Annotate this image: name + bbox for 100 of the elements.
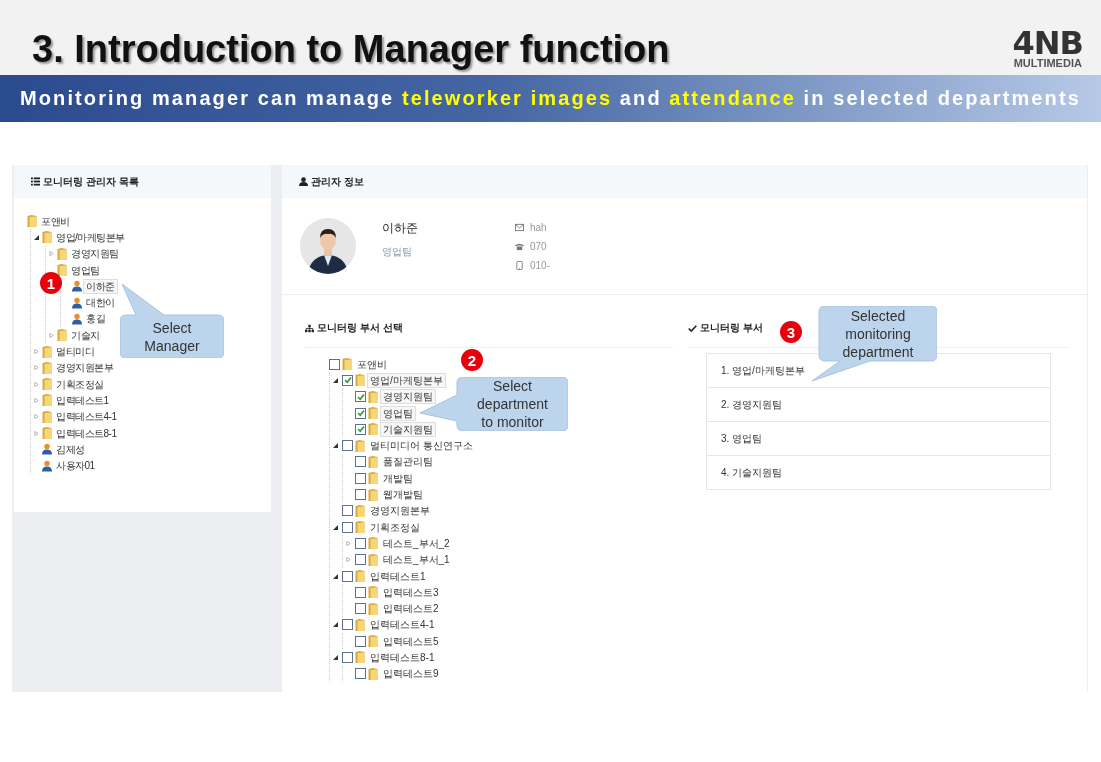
folder-icon bbox=[355, 439, 365, 452]
tree-item[interactable]: 경영지원팀 bbox=[380, 389, 436, 405]
department-item: 3. 영업팀 bbox=[707, 422, 1050, 456]
caret-icon[interactable] bbox=[332, 377, 338, 383]
person-icon bbox=[72, 296, 82, 309]
tree-item[interactable]: 입력테스트2 bbox=[380, 601, 442, 617]
folder-icon bbox=[368, 472, 378, 485]
tree-item[interactable]: 입력테스트1 bbox=[367, 568, 429, 584]
checkbox[interactable] bbox=[355, 554, 366, 566]
caret-icon[interactable] bbox=[332, 573, 338, 579]
folder-icon bbox=[355, 618, 365, 631]
phone-icon bbox=[515, 241, 524, 251]
contact-value: hah bbox=[530, 221, 547, 233]
checkbox[interactable] bbox=[342, 440, 353, 452]
tree-item[interactable]: 멀티미디어 통신연구소 bbox=[367, 438, 476, 454]
tree-item[interactable]: 경영지원팀 bbox=[68, 246, 122, 262]
tree-item[interactable]: 멀티미디 bbox=[53, 344, 97, 359]
envelope-icon bbox=[515, 222, 524, 232]
tree-item[interactable]: 영업/마케팅본부 bbox=[367, 372, 446, 388]
checkbox[interactable] bbox=[355, 586, 366, 598]
checkbox[interactable] bbox=[355, 635, 366, 647]
checkbox[interactable] bbox=[342, 521, 353, 533]
checkbox[interactable] bbox=[342, 505, 353, 517]
manager-name: 이하준 bbox=[382, 220, 419, 237]
checkbox[interactable] bbox=[355, 603, 366, 615]
checkbox[interactable] bbox=[355, 668, 366, 680]
folder-icon bbox=[368, 407, 378, 420]
tree-item[interactable]: 입력테스트4-1 bbox=[367, 617, 438, 633]
tree-item[interactable]: 김제성 bbox=[53, 441, 88, 457]
tree-item[interactable]: 입력테스트8-1 bbox=[367, 650, 438, 665]
tree-item[interactable]: 포앤비 bbox=[354, 356, 390, 372]
checkbox[interactable] bbox=[355, 537, 366, 549]
tree-item[interactable]: 품질관리팀 bbox=[380, 454, 436, 470]
checkbox[interactable] bbox=[355, 391, 366, 403]
contact-value: 070 bbox=[530, 240, 547, 252]
banner-text: Monitoring manager can manage teleworker images and attendance in selected departments bbox=[20, 87, 1081, 110]
caret-icon[interactable] bbox=[332, 655, 338, 660]
tree-item[interactable]: 홍길 bbox=[83, 311, 108, 327]
logo: 4NB MULTIMEDIA bbox=[1012, 28, 1083, 69]
list-icon bbox=[31, 177, 40, 186]
tree-item[interactable]: 기술지원팀 bbox=[380, 421, 436, 437]
tree-item[interactable]: 개발팀 bbox=[380, 470, 416, 486]
folder-icon bbox=[42, 361, 52, 374]
checkbox[interactable] bbox=[355, 407, 366, 419]
tree-item[interactable]: 웹개발팀 bbox=[380, 487, 426, 502]
caret-icon[interactable] bbox=[33, 234, 39, 240]
checkbox[interactable] bbox=[355, 456, 366, 468]
folder-icon bbox=[368, 390, 378, 403]
folder-icon bbox=[355, 570, 365, 582]
folder-icon bbox=[42, 345, 52, 358]
checkbox[interactable] bbox=[329, 358, 340, 370]
slide-title: 3. Introduction to Manager function bbox=[32, 27, 670, 71]
tree-item[interactable]: 테스트_부서_2 bbox=[380, 535, 453, 551]
folder-icon bbox=[355, 504, 365, 517]
tree-item[interactable]: 기획조정실 bbox=[53, 376, 107, 392]
panel-title: 관리자 정보 bbox=[311, 174, 364, 189]
mobile-icon bbox=[515, 260, 524, 270]
callout-text: Select department to monitor bbox=[477, 377, 548, 431]
folder-icon bbox=[42, 231, 52, 244]
folder-icon bbox=[368, 455, 378, 468]
folder-icon bbox=[355, 651, 365, 664]
tree-item[interactable]: 테스트_부서_1 bbox=[380, 552, 453, 568]
tree-item[interactable]: 사용자01 bbox=[53, 458, 98, 474]
section-title: 모니터링 부서 bbox=[700, 321, 763, 335]
tree-item[interactable]: 경영지원본부 bbox=[367, 503, 433, 519]
tree-item[interactable]: 입력테스트1 bbox=[53, 392, 112, 408]
folder-icon bbox=[27, 215, 37, 228]
caret-icon[interactable] bbox=[332, 443, 338, 449]
department-item: 4. 기술지원팀 bbox=[720, 465, 784, 480]
checkbox[interactable] bbox=[342, 652, 353, 663]
tree-item[interactable]: 입력테스트9 bbox=[380, 666, 442, 682]
tree-item[interactable]: 포앤비 bbox=[38, 213, 73, 229]
checkbox[interactable] bbox=[342, 374, 353, 386]
checkbox[interactable] bbox=[342, 570, 353, 582]
tree-item[interactable]: 경영지원본부 bbox=[53, 360, 116, 376]
folder-icon bbox=[42, 410, 52, 423]
tree-item[interactable]: 영업팀 bbox=[380, 405, 416, 421]
folder-icon bbox=[368, 488, 378, 501]
tree-item[interactable]: 기획조정실 bbox=[367, 519, 423, 535]
tree-item[interactable]: 영업팀 bbox=[68, 262, 103, 278]
tree-item[interactable]: 입력테스트4-1 bbox=[53, 409, 120, 425]
folder-icon bbox=[342, 358, 352, 371]
tree-item[interactable]: 입력테스트3 bbox=[380, 584, 442, 600]
checkbox[interactable] bbox=[342, 619, 353, 631]
folder-icon bbox=[368, 537, 378, 550]
tree-item[interactable]: 대한이 bbox=[83, 295, 118, 311]
tree-item[interactable]: 입력테스트5 bbox=[380, 633, 442, 649]
checkbox[interactable] bbox=[355, 489, 366, 500]
caret-icon[interactable] bbox=[332, 622, 338, 628]
person-icon bbox=[72, 312, 82, 325]
checkbox[interactable] bbox=[355, 423, 366, 435]
folder-icon bbox=[42, 394, 52, 407]
tree-item[interactable]: 입력테스트8-1 bbox=[53, 425, 120, 441]
tree-item[interactable]: 이하준 bbox=[83, 278, 118, 294]
manager-department: 영업팀 bbox=[382, 245, 413, 259]
tree-item[interactable]: 영업/마케팅본부 bbox=[53, 229, 128, 245]
tree-item[interactable]: 기술지 bbox=[68, 327, 103, 343]
caret-icon[interactable] bbox=[332, 524, 338, 530]
person-icon bbox=[72, 280, 82, 293]
checkbox[interactable] bbox=[355, 472, 366, 484]
